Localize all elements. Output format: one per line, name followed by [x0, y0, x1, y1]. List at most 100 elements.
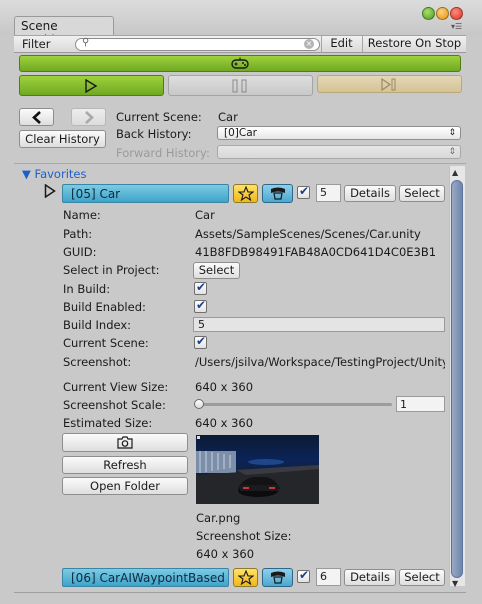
path-value: Assets/SampleScenes/Scenes/Car.unity [195, 227, 421, 241]
search-icon: ⚲ [82, 37, 90, 48]
forward-button[interactable] [71, 108, 106, 126]
triangle-icon[interactable] [44, 184, 56, 198]
play-icon [85, 79, 98, 93]
minimize-light-icon[interactable] [436, 7, 449, 20]
favorite-star-button[interactable] [233, 568, 258, 587]
build-index-field[interactable]: 5 [316, 184, 341, 202]
screenshot-filename: Car.png [196, 511, 241, 525]
build-icon [270, 571, 285, 584]
foldout-arrow-icon: ▼ [22, 167, 31, 181]
build-enabled-label: Build Enabled: [63, 300, 146, 314]
details-button[interactable]: Details [344, 569, 396, 586]
play-button[interactable] [19, 75, 164, 96]
take-screenshot-button[interactable] [62, 433, 188, 452]
build-icon [270, 187, 285, 200]
back-history-dropdown[interactable]: [0]Car ⇕ [217, 126, 461, 140]
scene-load-button[interactable]: [06] CarAIWaypointBased [62, 568, 229, 587]
checkmark-icon: ✔ [299, 568, 310, 582]
select-button[interactable]: Select [399, 569, 445, 586]
checkmark-icon: ✔ [299, 184, 310, 198]
favorites-header: Favorites [34, 167, 87, 181]
scroll-thumb[interactable] [451, 180, 463, 578]
screenshot-scale-label: Screenshot Scale: [63, 398, 166, 412]
back-history-label: Back History: [116, 127, 192, 141]
select-button[interactable]: Select [399, 185, 445, 202]
filter-label: Filter [22, 37, 51, 51]
checkmark-icon: ✔ [196, 334, 207, 348]
screenshot-size-label: Screenshot Size: [196, 529, 292, 543]
build-settings-button[interactable] [262, 184, 293, 203]
pause-button[interactable] [168, 75, 313, 96]
current-view-size-label: Current View Size: [63, 380, 169, 394]
gamepad-bar[interactable] [19, 55, 461, 72]
clear-icon[interactable]: × [304, 39, 314, 49]
window-tab[interactable]: Scene Dashboar [14, 16, 114, 47]
restore-on-stop-button[interactable]: Restore On Stop [362, 35, 466, 53]
forward-history-dropdown[interactable]: ⇕ [217, 145, 461, 159]
dropdown-arrows-icon: ⇕ [448, 147, 456, 157]
estimated-size-label: Estimated Size: [63, 416, 153, 430]
favorite-item-2: [06] CarAIWaypointBased ✔ 6 Details Sele… [14, 566, 449, 592]
estimated-size-value: 640 x 360 [195, 416, 254, 430]
current-view-size-value: 640 x 360 [195, 380, 254, 394]
step-button[interactable] [317, 75, 462, 93]
guid-label: GUID: [63, 245, 97, 259]
clear-history-button[interactable]: Clear History [19, 130, 106, 148]
zoom-light-icon[interactable] [422, 7, 435, 20]
screenshot-path-value: /Users/jsilva/Workspace/TestingProject/U… [195, 355, 445, 369]
screenshot-size-value: 640 x 360 [196, 547, 255, 561]
details-button[interactable]: Details [344, 185, 396, 202]
current-scene-detail-label: Current Scene: [63, 336, 149, 350]
select-in-project-button[interactable]: Select [193, 262, 240, 279]
gamepad-icon [231, 57, 249, 69]
back-arrow-icon [32, 111, 41, 124]
checkmark-icon: ✔ [196, 298, 207, 312]
current-scene-value: Car [218, 110, 238, 124]
pause-icon [232, 79, 247, 93]
in-build-detail-checkbox[interactable]: ✔ [194, 280, 207, 295]
screenshot-preview [196, 435, 319, 504]
slider-thumb[interactable] [194, 399, 204, 409]
favorites-foldout[interactable]: ▼ Favorites [22, 167, 86, 181]
in-build-checkbox[interactable]: ✔ [297, 568, 310, 583]
screenshot-label: Screenshot: [63, 355, 132, 369]
build-enabled-checkbox[interactable]: ✔ [194, 298, 207, 313]
car-scene-illustration [196, 436, 319, 504]
window-menu-icon[interactable]: ▾☰ [451, 22, 465, 32]
in-build-label: In Build: [63, 282, 111, 296]
build-index-field[interactable]: 6 [316, 568, 341, 586]
favorite-star-button[interactable] [233, 184, 258, 203]
star-icon [236, 185, 255, 202]
checkmark-icon: ✔ [196, 280, 207, 294]
current-scene-checkbox[interactable]: ✔ [194, 334, 207, 349]
build-settings-button[interactable] [262, 568, 293, 587]
bottom-border [14, 592, 466, 593]
step-icon [381, 78, 396, 91]
close-light-icon[interactable] [450, 7, 463, 20]
camera-icon [117, 436, 133, 449]
in-build-checkbox[interactable]: ✔ [297, 184, 310, 199]
scene-dashboard-window: Scene Dashboar ▾☰ Filter ⚲ × Edit Restor… [0, 0, 482, 604]
back-button[interactable] [19, 108, 54, 126]
current-scene-label: Current Scene: [116, 110, 202, 124]
forward-history-label: Forward History: [116, 146, 210, 160]
build-index-detail-field[interactable]: 5 [193, 317, 445, 332]
star-icon [236, 569, 255, 586]
path-label: Path: [63, 227, 93, 241]
name-label: Name: [63, 208, 101, 222]
scroll-up-icon[interactable]: ▲ [452, 168, 458, 177]
scene-load-button[interactable]: [05] Car [62, 184, 229, 203]
guid-value: 41B8FDB98491FAB48A0CD641D4C0E3B1 [195, 245, 437, 259]
edit-button[interactable]: Edit [321, 35, 361, 53]
screenshot-scale-slider[interactable] [197, 403, 392, 406]
build-index-label: Build Index: [63, 318, 132, 332]
refresh-button[interactable]: Refresh [62, 456, 188, 474]
select-in-project-label: Select in Project: [63, 263, 160, 277]
screenshot-scale-field[interactable]: 1 [396, 396, 445, 412]
back-history-value: [0]Car [224, 127, 257, 139]
scroll-down-icon[interactable]: ▼ [452, 579, 458, 588]
forward-arrow-icon [85, 111, 94, 124]
search-input[interactable] [75, 38, 320, 51]
name-value: Car [195, 208, 215, 222]
open-folder-button[interactable]: Open Folder [62, 477, 188, 495]
